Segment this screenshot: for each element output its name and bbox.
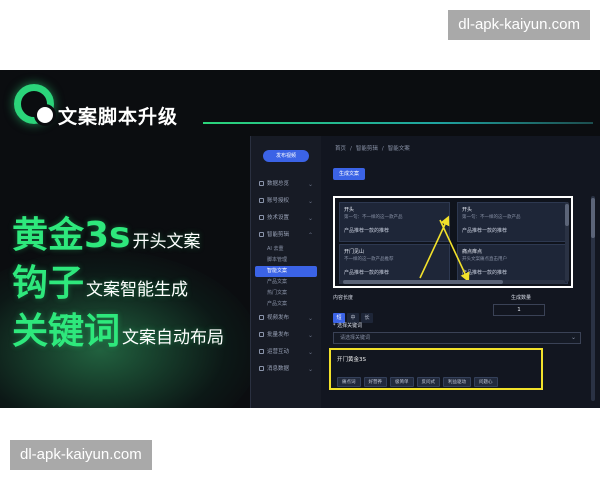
chevron-down-icon: ⌄ [307, 215, 313, 222]
sidebar-item-label: 技术设置 [267, 215, 290, 221]
sidebar: 发布视频 数据总览 ⌄ 账号授权 ⌄ 技术设置 ⌄ 智能剪辑 ⌃ AI 去重 脚本管理 … [251, 136, 321, 408]
headline-1: 黄金3s 开头文案 [12, 206, 200, 258]
chevron-down-icon: ⌄ [307, 349, 313, 356]
chevron-up-icon: ⌃ [307, 232, 313, 239]
sidebar-item-video[interactable]: 视频发布 ⌄ [251, 310, 321, 327]
chevron-down-icon: ⌄ [307, 181, 313, 188]
sidebar-item-accounts[interactable]: 账号授权 ⌄ [251, 193, 321, 210]
panel-scrollbar-horizontal[interactable] [339, 280, 565, 284]
sidebar-list: 数据总览 ⌄ 账号授权 ⌄ 技术设置 ⌄ 智能剪辑 ⌃ AI 去重 脚本管理 智能文案 … [251, 176, 321, 378]
keyword-tag[interactable]: 痛点词 [337, 377, 361, 387]
sidebar-item-label: 视频发布 [267, 315, 290, 321]
keyword-label: * 选择关键词 [333, 323, 363, 329]
sidebar-item-smart-edit[interactable]: 智能剪辑 ⌃ [251, 227, 321, 244]
chevron-down-icon: ⌄ [307, 332, 313, 339]
length-options: 短中长 [333, 304, 375, 323]
chevron-down-icon: ⌄ [307, 366, 313, 373]
sidebar-sub-ai-dedupe[interactable]: AI 去重 [251, 244, 321, 255]
app-screenshot: 发布视频 数据总览 ⌄ 账号授权 ⌄ 技术设置 ⌄ 智能剪辑 ⌃ AI 去重 脚本管理 … [250, 136, 600, 408]
keyword-tag[interactable]: 问题心 [474, 377, 498, 387]
banner-title: 文案脚本升级 [58, 106, 179, 128]
keyword-tag[interactable]: 极简单 [390, 377, 414, 387]
upload-icon [259, 332, 264, 337]
keyword-panel-title: 开门黄金3S [337, 357, 366, 363]
chevron-down-icon: ⌄ [307, 198, 313, 205]
title-divider [203, 122, 593, 124]
chat-icon [259, 349, 264, 354]
length-option-long[interactable]: 长 [361, 313, 373, 323]
keyword-tag[interactable]: 利益驱动 [443, 377, 471, 387]
key-icon [259, 198, 264, 203]
chevron-down-icon: ⌄ [307, 315, 313, 322]
chevron-down-icon: ⌄ [570, 334, 576, 341]
breadcrumb-home[interactable]: 首页 [335, 146, 346, 152]
page-scrollbar[interactable] [591, 196, 595, 401]
count-label: 生成数量 [511, 295, 532, 301]
sidebar-item-dashboard[interactable]: 数据总览 ⌄ [251, 176, 321, 193]
headline-2-big: 钩子 [12, 263, 85, 304]
sidebar-item-label: 智能剪辑 [267, 232, 290, 238]
watermark-bottom: dl-apk-kaiyun.com [10, 440, 152, 470]
headline-3-small: 文案自动布局 [122, 328, 225, 348]
sidebar-sub-hot-copy[interactable]: 热门文案 [251, 288, 321, 299]
sidebar-item-label: 账号授权 [267, 198, 290, 204]
sidebar-sub-smart-copy[interactable]: 智能文案 [255, 266, 317, 277]
keyword-panel: 开门黄金3S 痛点词 好营养 极简单 反问式 利益驱动 问题心 [329, 348, 543, 390]
publish-button[interactable]: 发布视频 [263, 150, 309, 162]
sidebar-item-tech[interactable]: 技术设置 ⌄ [251, 210, 321, 227]
keyword-select-placeholder: 请选择关键词 [340, 335, 371, 341]
swap-arrows-icon [419, 215, 470, 283]
sidebar-sub-script[interactable]: 脚本管理 [251, 255, 321, 266]
breadcrumb-sep: / [350, 146, 352, 152]
length-label: 内容长度 [333, 295, 354, 301]
panel-scrollbar-vertical[interactable] [565, 202, 569, 282]
headline-2-small: 文案智能生成 [86, 280, 189, 300]
logo-ring-icon [14, 84, 56, 126]
main-content: 首页 / 智能剪辑 / 智能文案 生成文案 开头 第一句：不一样的这一款产品 产品推荐一… [321, 136, 600, 408]
sidebar-item-label: 批量发布 [267, 332, 290, 338]
sidebar-item-label: 消息数据 [267, 366, 290, 372]
settings-icon [259, 215, 264, 220]
headline-3-big: 关键词 [12, 311, 121, 352]
promo-banner: 文案脚本升级 黄金3s 开头文案 钩子 文案智能生成 关键词 文案自动布局 发布视频 … [0, 70, 600, 408]
generate-copy-button[interactable]: 生成文案 [333, 168, 365, 180]
sidebar-item-batch[interactable]: 批量发布 ⌄ [251, 327, 321, 344]
keyword-tag[interactable]: 好营养 [363, 377, 387, 387]
breadcrumb-smart-edit[interactable]: 智能剪辑 [356, 146, 378, 152]
sidebar-item-ops[interactable]: 运营互动 ⌄ [251, 344, 321, 361]
keyword-tag[interactable]: 反问式 [416, 377, 440, 387]
headline-3: 关键词 文案自动布局 [12, 302, 224, 354]
headline-1-small: 开头文案 [132, 232, 201, 252]
breadcrumb: 首页 / 智能剪辑 / 智能文案 [335, 144, 414, 152]
breadcrumb-current: 智能文案 [387, 146, 410, 152]
video-icon [259, 315, 264, 320]
breadcrumb-sep: / [381, 146, 384, 152]
script-card-panel: 开头 第一句：不一样的这一款产品 产品推荐一款的推荐 开头 第一句：不一样的这一… [333, 196, 573, 288]
sidebar-sub-product-copy[interactable]: 产品文案 [251, 277, 321, 288]
keyword-tags: 痛点词 好营养 极简单 反问式 利益驱动 问题心 [337, 368, 501, 387]
chart-icon [259, 181, 264, 186]
sidebar-item-label: 运营互动 [267, 349, 290, 355]
sidebar-sub-product-copy-2[interactable]: 产品文案 [251, 299, 321, 310]
sidebar-item-label: 数据总览 [267, 181, 290, 187]
keyword-select[interactable]: 请选择关键词 ⌄ [333, 332, 581, 344]
headline-2: 钩子 文案智能生成 [12, 254, 188, 306]
sidebar-item-messages[interactable]: 消息数据 ⌄ [251, 361, 321, 378]
headline-1-big: 黄金3s [12, 215, 131, 256]
message-icon [259, 366, 264, 371]
scissors-icon [259, 232, 264, 237]
count-stepper[interactable]: 1 [493, 304, 545, 316]
watermark-top: dl-apk-kaiyun.com [448, 10, 590, 40]
